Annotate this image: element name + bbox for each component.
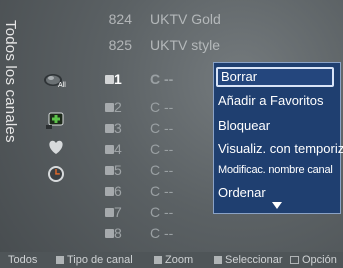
footer-todos[interactable]: Todos	[8, 254, 37, 266]
channel-number: 2	[114, 99, 122, 115]
menu-item-borrar[interactable]: Borrar	[216, 67, 334, 87]
category-timer[interactable]	[42, 162, 70, 186]
button-icon	[214, 256, 222, 264]
channel-type-icon	[105, 187, 114, 196]
channel-number: 7	[114, 204, 122, 220]
down-arrow-icon[interactable]	[272, 202, 282, 209]
footer-tipo-canal[interactable]: Tipo de canal	[56, 254, 133, 266]
channel-name: C --	[150, 71, 174, 87]
list-item[interactable]: 825 UKTV style	[90, 37, 343, 57]
channel-name: C --	[150, 162, 174, 178]
channel-number: 825	[108, 37, 132, 53]
context-menu: Borrar Añadir a Favoritos Bloquear Visua…	[213, 62, 343, 214]
menu-item-anadir-favoritos[interactable]: Añadir a Favoritos	[218, 93, 324, 113]
timer-icon	[48, 166, 64, 182]
category-column: All	[30, 0, 90, 252]
channel-name: C --	[150, 183, 174, 199]
channel-name: C --	[150, 204, 174, 220]
menu-item-visualiz-temporiz[interactable]: Visualiz. con temporiz.	[218, 141, 343, 161]
channel-name: C --	[150, 141, 174, 157]
footer-seleccionar[interactable]: Seleccionar	[214, 254, 282, 266]
channel-name: C --	[150, 120, 174, 136]
channel-name: UKTV style	[150, 37, 221, 53]
list-item[interactable]: 8 C --	[90, 225, 343, 245]
category-favorites[interactable]	[42, 136, 70, 160]
menu-item-ordenar[interactable]: Ordenar	[218, 185, 266, 205]
channel-name: UKTV Gold	[150, 11, 221, 27]
channel-type-icon	[105, 166, 114, 175]
channel-number: 4	[114, 141, 122, 157]
channel-list-screen: Todos los canales All 824 UKTV Gold 825 …	[0, 0, 343, 268]
footer-zoom[interactable]: Zoom	[154, 254, 193, 266]
footer-zoom-label: Zoom	[165, 254, 194, 266]
footer-opcion-label: Opción	[302, 254, 337, 266]
channel-number: 3	[114, 120, 122, 136]
list-item[interactable]: 824 UKTV Gold	[90, 11, 343, 31]
button-icon	[56, 256, 64, 264]
channel-number: 5	[114, 162, 122, 178]
menu-item-bloquear[interactable]: Bloquear	[218, 118, 270, 138]
option-icon	[290, 256, 299, 264]
channel-name: C --	[150, 225, 174, 241]
channel-number: 824	[108, 11, 132, 27]
button-icon	[154, 256, 162, 264]
category-all[interactable]: All	[42, 70, 70, 94]
svg-text:All: All	[58, 82, 66, 89]
all-channels-icon: All	[44, 74, 66, 89]
footer-tipo-canal-label: Tipo de canal	[67, 254, 133, 266]
add-channel-icon	[46, 112, 64, 129]
channel-type-icon	[105, 229, 114, 238]
channel-type-icon	[105, 145, 114, 154]
category-added[interactable]	[42, 108, 70, 132]
channel-type-icon	[105, 75, 114, 84]
channel-type-icon	[105, 103, 114, 112]
channel-number: 6	[114, 183, 122, 199]
footer-seleccionar-label: Seleccionar	[225, 254, 283, 266]
channel-name: C --	[150, 99, 174, 115]
heart-icon	[49, 140, 63, 154]
footer-bar: Todos Tipo de canal Zoom Seleccionar Opc…	[0, 252, 343, 268]
channel-type-icon	[105, 124, 114, 133]
screen-title: Todos los canales	[2, 20, 19, 143]
footer-opcion[interactable]: Opción	[290, 254, 337, 266]
channel-number: 1	[114, 71, 122, 87]
channel-type-icon	[105, 208, 114, 217]
channel-number: 8	[114, 225, 122, 241]
menu-item-modificac-nombre[interactable]: Modificac. nombre canal	[218, 164, 333, 184]
